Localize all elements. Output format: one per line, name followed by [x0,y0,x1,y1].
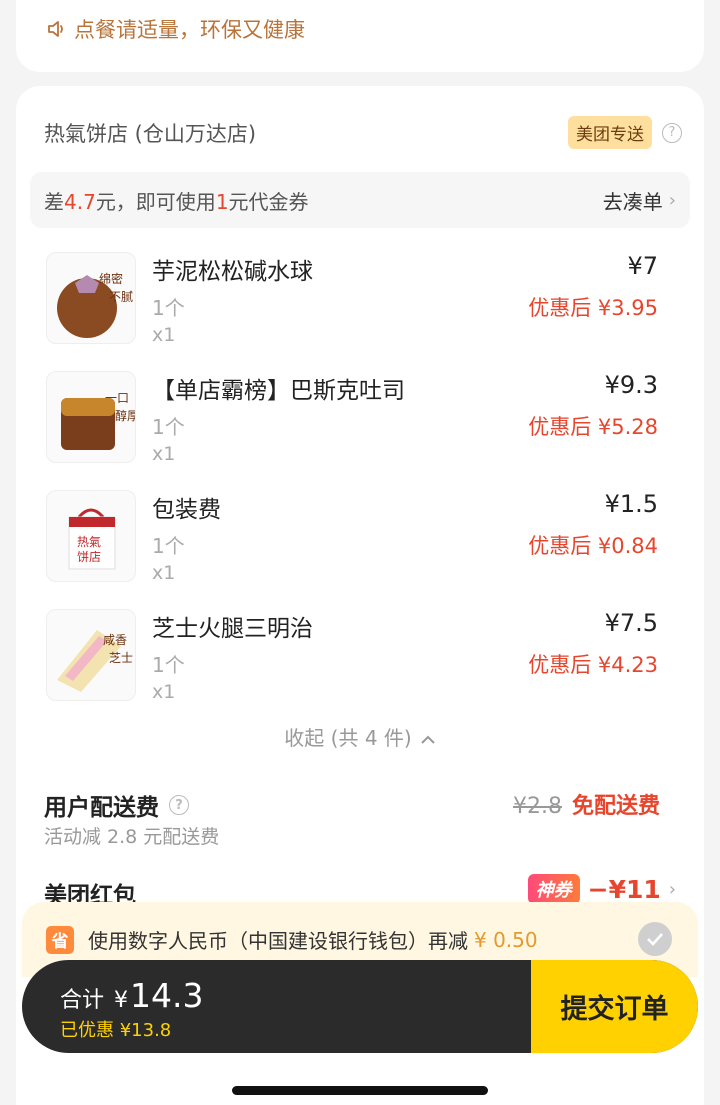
item-qty: 1个 [152,296,185,320]
svg-text:芝士: 芝士 [109,650,133,665]
item-count: x1 [152,324,176,346]
help-icon[interactable]: ? [169,795,189,815]
svg-text:咸香: 咸香 [103,633,127,647]
save-icon: 省 [46,925,74,954]
item-count: x1 [152,681,176,703]
home-indicator [232,1086,488,1095]
collapse-label: 收起 (共 4 件) [284,726,412,750]
item-discount-price: 优惠后 ¥3.95 [528,296,658,320]
item-discount-price: 优惠后 ¥5.28 [528,415,658,439]
coupon-suffix: 元代金券 [228,189,309,214]
delivery-badge: 美团专送 [568,116,652,149]
coupon-text: 差4.7元，即可使用1元代金券 [44,186,309,215]
chevron-up-icon [420,726,436,750]
checkmark-icon[interactable] [638,922,672,956]
collapse-toggle[interactable]: 收起 (共 4 件) [16,722,704,751]
chevron-right-icon: › [668,189,676,211]
item-name: 【单店霸榜】巴斯克吐司 [152,378,405,404]
notice-card: 点餐请适量，环保又健康 [16,0,704,72]
list-item[interactable]: 绵密 不腻 芋泥松松碱水球 1个 x1 ¥7 优惠后 ¥3.95 [46,252,658,371]
red-packet-selector[interactable]: 神券 −¥11 › [527,874,676,904]
delivery-fee-label: 用户配送费 [44,795,159,821]
delivery-fee-final: 免配送费 [571,794,660,819]
item-discount-price: 优惠后 ¥0.84 [528,534,658,558]
svg-text:不腻: 不腻 [109,290,133,304]
total-line: 合计 ¥ 14.3 [60,976,204,1015]
item-qty: 1个 [152,653,185,677]
total-amount: 14.3 [130,976,204,1015]
submit-order-button[interactable]: 提交订单 [531,960,698,1053]
item-qty: 1个 [152,534,185,558]
coupon-middle: 元，即可使用 [95,189,216,214]
total-label: 合计 [60,988,105,1013]
notice: 点餐请适量，环保又健康 [46,14,305,44]
product-image: 咸香 芝士 [46,609,136,701]
svg-text:热氣: 热氣 [77,535,101,549]
coupon-value: 1 [215,189,229,214]
item-price: ¥9.3 [604,371,658,399]
list-item[interactable]: 一口 醇厚 【单店霸榜】巴斯克吐司 1个 x1 ¥9.3 优惠后 ¥5.28 [46,371,658,490]
speaker-icon [48,21,63,37]
svg-text:绵密: 绵密 [99,271,123,286]
delivery-fee-subtitle: 活动减 2.8 元配送费 [44,826,220,848]
checkout-bar: 合计 ¥ 14.3 已优惠 ¥13.8 提交订单 [22,960,698,1053]
coupon-prefix: 差 [44,189,64,214]
item-price: ¥7 [627,252,658,280]
payment-promo-amount: ¥ 0.50 [474,927,538,952]
item-count: x1 [152,562,176,584]
svg-text:醇厚: 醇厚 [115,408,136,423]
item-qty: 1个 [152,415,185,439]
store-meta: 美团专送 ? [568,116,682,149]
product-image: 热氣 饼店 [46,490,136,582]
notice-text: 点餐请适量，环保又健康 [74,18,305,42]
red-packet-amount: −¥11 [587,874,661,904]
store-name[interactable]: 热氣饼店 (仓山万达店) [44,118,256,148]
add-items-link[interactable]: 去凑单 › [603,186,676,215]
product-image: 绵密 不腻 [46,252,136,344]
list-item[interactable]: 热氣 饼店 包装费 1个 x1 ¥1.5 优惠后 ¥0.84 [46,490,658,609]
svg-text:饼店: 饼店 [77,550,101,564]
item-name: 包装费 [152,497,221,523]
total-currency: ¥ [114,988,129,1013]
delivery-fee-original: ¥2.8 [513,794,562,819]
item-discount-price: 优惠后 ¥4.23 [528,653,658,677]
red-packet-badge: 神券 [527,874,580,904]
list-item[interactable]: 咸香 芝士 芝士火腿三明治 1个 x1 ¥7.5 优惠后 ¥4.23 [46,609,658,728]
product-image: 一口 醇厚 [46,371,136,463]
delivery-fee-values: ¥2.8 免配送费 [513,788,660,820]
payment-promo-text: 使用数字人民币（中国建设银行钱包）再减 [88,929,468,953]
help-icon[interactable]: ? [662,122,682,143]
item-name: 芝士火腿三明治 [152,616,313,642]
item-name: 芋泥松松碱水球 [152,259,313,285]
add-items-label: 去凑单 [602,189,663,214]
saved-amount: 已优惠 ¥13.8 [60,1020,172,1041]
item-price: ¥1.5 [604,490,658,518]
chevron-right-icon: › [668,878,676,900]
store-header: 热氣饼店 (仓山万达店) 美团专送 ? [44,116,682,149]
item-price: ¥7.5 [604,609,658,637]
svg-text:一口: 一口 [105,391,129,405]
coupon-gap-amount: 4.7 [64,189,96,214]
delivery-fee-title: 用户配送费 ? [44,788,189,822]
coupon-bar[interactable]: 差4.7元，即可使用1元代金券 去凑单 › [30,172,690,228]
item-count: x1 [152,443,176,465]
item-list: 绵密 不腻 芋泥松松碱水球 1个 x1 ¥7 优惠后 ¥3.95 一口 醇厚 【… [46,252,658,728]
